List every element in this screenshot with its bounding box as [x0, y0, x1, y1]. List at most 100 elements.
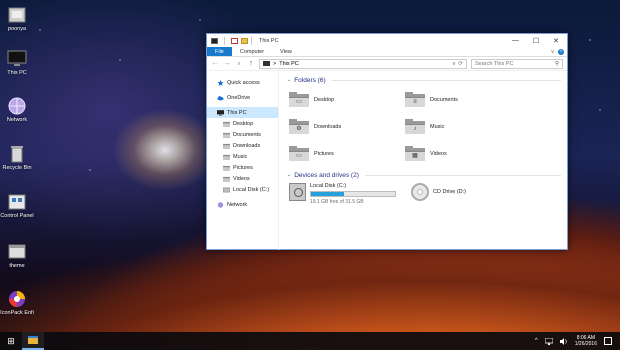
- drive-icon: [223, 187, 230, 192]
- folder-icon: [223, 143, 230, 149]
- close-button[interactable]: ✕: [553, 37, 559, 45]
- desktop-icon-label: Network: [6, 117, 28, 123]
- folder-icon: [223, 176, 230, 182]
- up-button[interactable]: ↑: [247, 60, 255, 67]
- refresh-icon[interactable]: ⟳: [458, 61, 463, 67]
- help-icon[interactable]: ?: [558, 48, 564, 55]
- search-input[interactable]: Search This PC ⚲: [471, 58, 563, 69]
- desktop-icon-control-panel[interactable]: Control Panel: [0, 193, 34, 220]
- drives-section-header[interactable]: ⌄ Devices and drives (2): [287, 170, 567, 180]
- folder-downloads[interactable]: ⚙ Downloads: [289, 118, 405, 135]
- downloads-folder-icon: ⚙: [289, 119, 309, 134]
- address-field[interactable]: > This PC v ⟳: [259, 58, 467, 69]
- theme-icon: [8, 244, 26, 259]
- desktop-icon-recycle-bin[interactable]: Recycle Bin: [0, 145, 34, 172]
- drive-local-disk-c[interactable]: Local Disk (C:) 19.1 GB free of 31.5 GB: [289, 183, 405, 205]
- computer-icon: [263, 61, 270, 66]
- recycle-bin-icon: [11, 146, 23, 163]
- system-tray: ^ 8:06 AM 1/26/2016: [535, 335, 620, 347]
- tab-view[interactable]: View: [272, 47, 300, 56]
- drive-label: Local Disk (C:): [310, 183, 347, 189]
- desktop-icon-label: Recycle Bin: [2, 165, 32, 171]
- nav-item-documents[interactable]: Documents: [207, 129, 278, 140]
- nav-item-music[interactable]: Music: [207, 151, 278, 162]
- folders-heading: Folders (6): [294, 76, 326, 84]
- notification-icon[interactable]: [604, 337, 612, 345]
- nav-item-downloads[interactable]: Downloads: [207, 140, 278, 151]
- explorer-window[interactable]: This PC — ☐ ✕ File Computer View v ? ← →…: [206, 33, 568, 250]
- drive-label: CD Drive (D:): [433, 189, 466, 195]
- drive-free-space: 19.1 GB free of 31.5 GB: [310, 199, 364, 205]
- documents-folder-icon: ≡: [405, 92, 425, 107]
- search-icon: ⚲: [554, 60, 559, 67]
- user-folder-icon: [8, 7, 26, 23]
- folder-pictures[interactable]: ▭ Pictures: [289, 145, 405, 162]
- taskbar-clock[interactable]: 8:06 AM 1/26/2016: [575, 335, 597, 347]
- tray-overflow-icon[interactable]: ^: [535, 338, 538, 344]
- videos-folder-icon: ▦: [405, 146, 425, 161]
- taskbar-file-explorer[interactable]: [22, 332, 44, 350]
- breadcrumb-separator: >: [273, 60, 277, 67]
- nav-item-this-pc[interactable]: This PC: [207, 107, 278, 118]
- nav-item-network[interactable]: Network: [207, 199, 278, 210]
- ribbon-tabs: File Computer View v ?: [207, 47, 567, 57]
- new-folder-icon[interactable]: [241, 37, 248, 44]
- desktop-icon-label: This PC: [7, 70, 27, 76]
- drive-cd-d[interactable]: CD Drive (D:): [411, 183, 527, 205]
- collapse-caret-icon[interactable]: ⌄: [287, 77, 291, 83]
- clock-date: 1/26/2016: [574, 341, 597, 347]
- breadcrumb-this-pc[interactable]: This PC: [279, 61, 299, 67]
- folder-documents[interactable]: ≡ Documents: [405, 91, 521, 108]
- content-pane: ⌄ Folders (6) ▭ Desktop ≡ Documents ⚙ Do…: [279, 71, 567, 250]
- title-bar[interactable]: This PC — ☐ ✕: [207, 34, 567, 47]
- drive-usage-fill: [311, 192, 344, 196]
- properties-icon[interactable]: [231, 37, 238, 44]
- desktop-icon-theme[interactable]: theme: [0, 243, 34, 270]
- drives-list: Local Disk (C:) 19.1 GB free of 31.5 GB …: [287, 180, 567, 205]
- volume-icon[interactable]: [559, 337, 568, 345]
- forward-button[interactable]: →: [223, 60, 231, 67]
- folder-icon: [223, 165, 230, 171]
- address-dropdown-icon[interactable]: v: [453, 61, 456, 67]
- folder-icon: [223, 121, 230, 127]
- nav-item-videos[interactable]: Videos: [207, 173, 278, 184]
- computer-icon: [217, 109, 224, 116]
- start-button[interactable]: ⊞: [0, 332, 22, 350]
- ribbon-expand-icon[interactable]: v: [551, 49, 554, 55]
- nav-item-quick-access[interactable]: Quick access: [207, 77, 278, 88]
- window-title: This PC: [259, 37, 279, 44]
- folder-music[interactable]: ♪ Music: [405, 118, 521, 135]
- tab-file[interactable]: File: [207, 47, 232, 56]
- collapse-caret-icon[interactable]: ⌄: [287, 172, 291, 178]
- folder-desktop[interactable]: ▭ Desktop: [289, 91, 405, 108]
- desktop-folder-icon: ▭: [289, 92, 309, 107]
- desktop-icon-network[interactable]: Network: [0, 97, 34, 124]
- computer-icon: [211, 37, 218, 44]
- folders-section-header[interactable]: ⌄ Folders (6): [287, 75, 567, 85]
- folder-icon: [223, 154, 230, 160]
- tab-computer[interactable]: Computer: [232, 47, 272, 56]
- desktop-icon-label: poonya: [7, 26, 27, 32]
- cd-drive-icon: [411, 183, 429, 201]
- nav-item-onedrive[interactable]: OneDrive: [207, 92, 278, 103]
- navigation-pane: Quick access OneDrive This PC Desktop Do…: [207, 71, 279, 250]
- back-button[interactable]: ←: [211, 60, 219, 67]
- network-tray-icon[interactable]: [544, 337, 553, 345]
- desktop-icon-user-folder[interactable]: poonya: [0, 6, 34, 33]
- nav-item-pictures[interactable]: Pictures: [207, 162, 278, 173]
- minimize-button[interactable]: —: [512, 37, 519, 45]
- nav-item-local-disk[interactable]: Local Disk (C:): [207, 184, 278, 195]
- maximize-button[interactable]: ☐: [533, 37, 539, 45]
- pictures-folder-icon: ▭: [289, 146, 309, 161]
- desktop-icon-iconpack[interactable]: IconPack Enfi: [0, 290, 34, 317]
- address-bar-row: ← → v ↑ > This PC v ⟳ Search This PC ⚲: [207, 57, 567, 71]
- folders-grid: ▭ Desktop ≡ Documents ⚙ Downloads ♪ Musi…: [287, 85, 567, 162]
- drive-usage-bar: [310, 191, 396, 197]
- desktop-icon-this-pc[interactable]: This PC: [0, 50, 34, 77]
- nav-item-desktop[interactable]: Desktop: [207, 118, 278, 129]
- star-icon: [217, 79, 224, 86]
- taskbar: ⊞ ^ 8:06 AM 1/26/2016: [0, 332, 620, 350]
- recent-locations-button[interactable]: v: [235, 61, 243, 67]
- folder-videos[interactable]: ▦ Videos: [405, 145, 521, 162]
- music-folder-icon: ♪: [405, 119, 425, 134]
